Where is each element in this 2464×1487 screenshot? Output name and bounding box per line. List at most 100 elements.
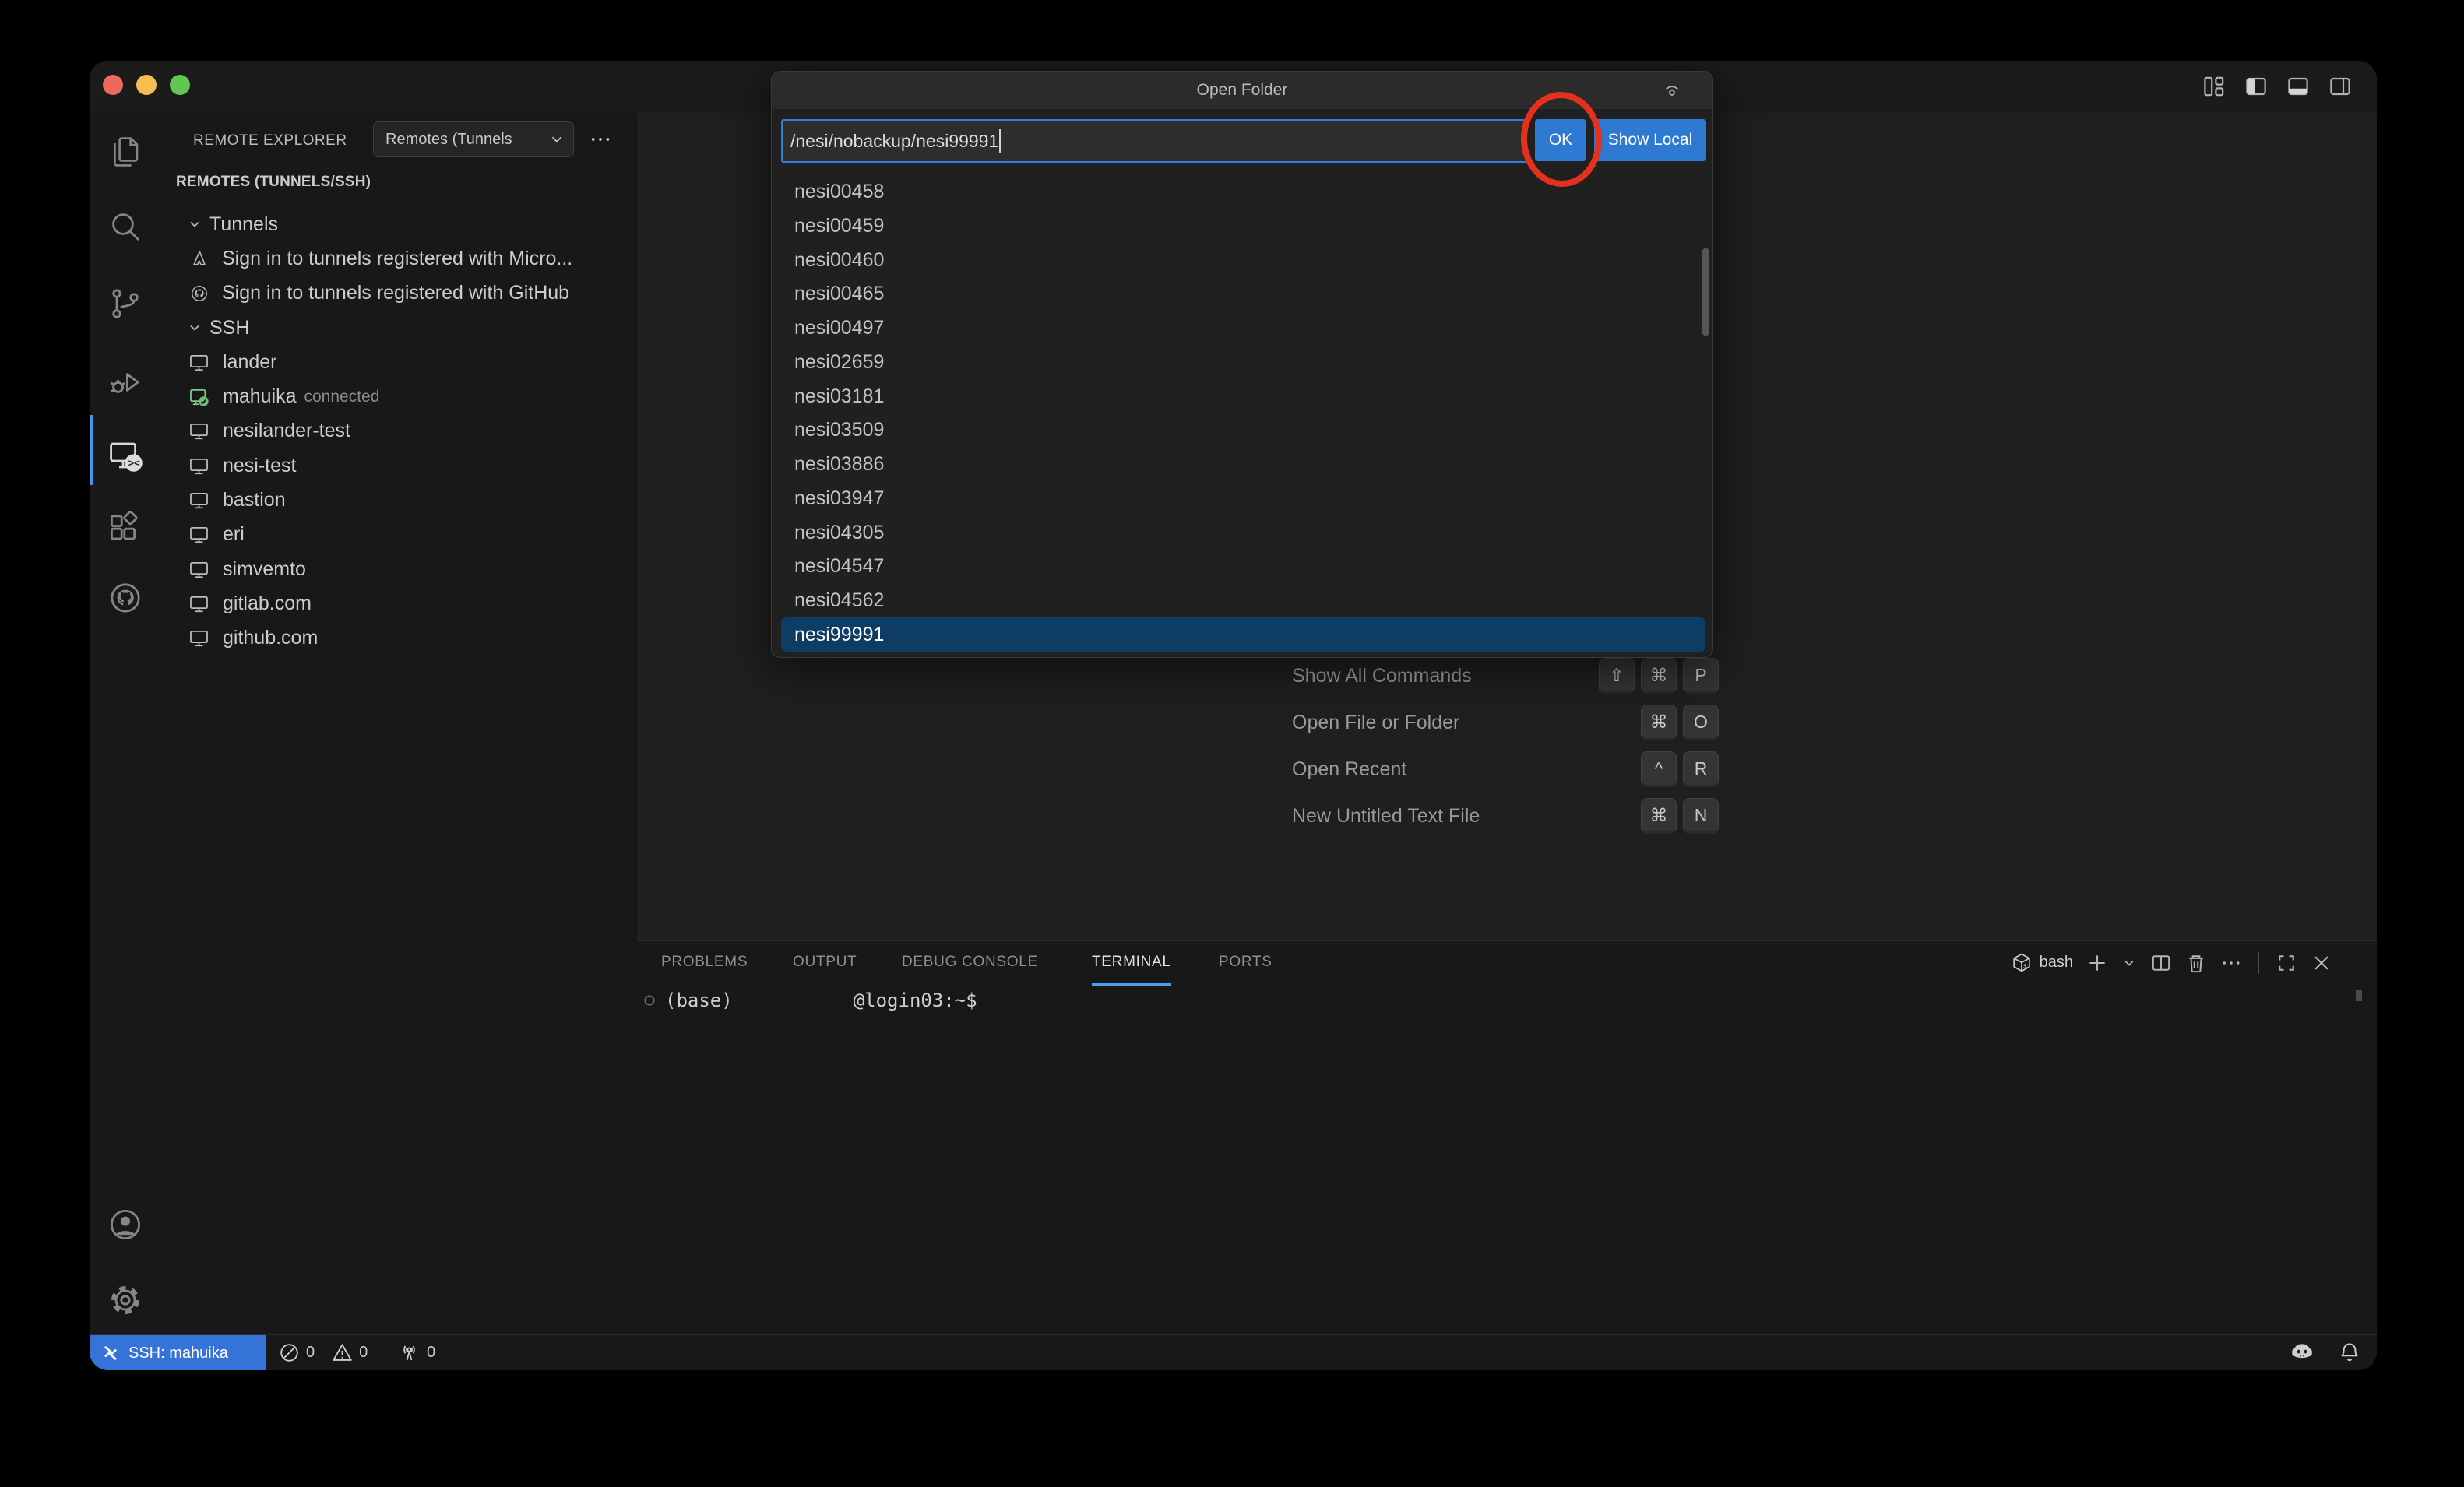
tree-item-host[interactable]: github.com bbox=[161, 621, 637, 656]
command-indicator-icon bbox=[642, 993, 656, 1007]
minimize-window-button[interactable] bbox=[136, 75, 157, 95]
watermark-row: Open File or Folder ⌘ O bbox=[1292, 705, 1719, 740]
zoom-window-button[interactable] bbox=[170, 75, 190, 95]
ports-status[interactable]: 0 bbox=[399, 1335, 435, 1370]
close-panel-icon[interactable] bbox=[2311, 952, 2332, 974]
vscode-window: >< bbox=[90, 61, 2377, 1370]
split-terminal-icon[interactable] bbox=[2150, 952, 2172, 974]
tree-item-host[interactable]: simvemto bbox=[161, 552, 637, 586]
folder-option[interactable]: nesi00459 bbox=[781, 209, 1705, 243]
folder-path-value: /nesi/nobackup/nesi99991 bbox=[790, 131, 998, 152]
problems-status[interactable]: 0 0 bbox=[279, 1335, 368, 1370]
settings-gear-icon[interactable] bbox=[107, 1281, 144, 1319]
tree-item-signin-microsoft[interactable]: Sign in to tunnels registered with Micro… bbox=[161, 241, 637, 276]
tree-item-host[interactable]: eri bbox=[161, 518, 637, 552]
terminal-shell-selector[interactable]: $ bash bbox=[2011, 952, 2073, 974]
text-caret bbox=[999, 129, 1001, 153]
terminal-prompt-line[interactable]: (base) @login03:~$ bbox=[642, 990, 977, 1011]
folder-option[interactable]: nesi04562 bbox=[781, 583, 1705, 617]
tab-ports[interactable]: PORTS bbox=[1219, 941, 1272, 983]
tab-problems[interactable]: PROBLEMS bbox=[661, 941, 748, 983]
key-ctrl: ^ bbox=[1641, 751, 1677, 787]
folder-option-selected[interactable]: nesi99991 bbox=[781, 617, 1705, 652]
github-view-icon[interactable] bbox=[107, 579, 144, 617]
folder-option[interactable]: nesi02659 bbox=[781, 345, 1705, 379]
watermark-row: Show All Commands ⇧ ⌘ P bbox=[1292, 658, 1719, 694]
vm-icon bbox=[188, 455, 209, 476]
divider bbox=[2258, 952, 2259, 974]
terminal-scrollbar-thumb[interactable] bbox=[2356, 990, 2362, 1001]
remote-tree: Tunnels Sign in to tunnels registered wi… bbox=[161, 207, 637, 656]
run-debug-icon[interactable] bbox=[107, 364, 144, 401]
folder-option[interactable]: nesi00460 bbox=[781, 243, 1705, 277]
key-cmd: ⌘ bbox=[1641, 798, 1677, 834]
remote-indicator[interactable]: SSH: mahuika bbox=[90, 1335, 266, 1370]
vm-icon bbox=[188, 559, 209, 580]
folder-option[interactable]: nesi00465 bbox=[781, 276, 1705, 311]
remote-scope-value: Remotes (Tunnels bbox=[385, 131, 548, 149]
tab-debug-console[interactable]: DEBUG CONSOLE bbox=[902, 941, 1038, 983]
toggle-panel-icon[interactable] bbox=[2286, 74, 2311, 99]
bash-icon: $ bbox=[2011, 952, 2033, 974]
section-header[interactable]: REMOTES (TUNNELS/SSH) bbox=[176, 174, 371, 191]
tree-item-signin-github[interactable]: Sign in to tunnels registered with GitHu… bbox=[161, 276, 637, 311]
screencast-icon[interactable] bbox=[1661, 79, 1683, 101]
folder-option[interactable]: nesi03181 bbox=[781, 379, 1705, 413]
vm-icon bbox=[188, 420, 209, 441]
vm-connected-icon bbox=[188, 386, 209, 407]
tree-group-tunnels[interactable]: Tunnels bbox=[161, 207, 637, 241]
more-actions-icon[interactable] bbox=[584, 123, 617, 156]
maximize-panel-icon[interactable] bbox=[2276, 952, 2297, 974]
folder-option[interactable]: nesi03886 bbox=[781, 447, 1705, 481]
dialog-scrollbar-thumb[interactable] bbox=[1702, 248, 1709, 336]
svg-text:><: >< bbox=[128, 457, 140, 469]
folder-option[interactable]: nesi00497 bbox=[781, 311, 1705, 345]
folder-option[interactable]: nesi04547 bbox=[781, 549, 1705, 583]
source-control-icon[interactable] bbox=[107, 285, 144, 322]
launch-profile-chevron-icon[interactable] bbox=[2121, 955, 2137, 971]
key-cmd: ⌘ bbox=[1641, 658, 1677, 694]
folder-option[interactable]: nesi03947 bbox=[781, 481, 1705, 515]
chevron-down-icon bbox=[187, 320, 202, 336]
folder-path-input[interactable]: /nesi/nobackup/nesi99991 bbox=[781, 119, 1527, 163]
remote-explorer-icon[interactable]: >< bbox=[107, 437, 144, 474]
new-terminal-icon[interactable] bbox=[2086, 952, 2108, 974]
customize-layout-icon[interactable] bbox=[2202, 74, 2226, 99]
extensions-icon[interactable] bbox=[107, 509, 144, 547]
conda-env: (base) bbox=[665, 990, 733, 1011]
toggle-primary-sidebar-icon[interactable] bbox=[2244, 74, 2269, 99]
folder-option[interactable]: nesi04305 bbox=[781, 515, 1705, 550]
azure-icon bbox=[190, 249, 209, 268]
tab-output[interactable]: OUTPUT bbox=[793, 941, 857, 983]
warning-count: 0 bbox=[359, 1344, 368, 1362]
tree-item-host[interactable]: bastion bbox=[161, 483, 637, 517]
remote-icon bbox=[100, 1342, 121, 1364]
notifications-bell-icon[interactable] bbox=[2336, 1340, 2363, 1366]
accounts-icon[interactable] bbox=[107, 1206, 144, 1243]
vm-icon bbox=[188, 627, 209, 649]
remote-scope-select[interactable]: Remotes (Tunnels bbox=[373, 121, 574, 157]
toggle-secondary-sidebar-icon[interactable] bbox=[2328, 74, 2353, 99]
tree-item-host-connected[interactable]: mahuika connected bbox=[161, 379, 637, 413]
radio-tower-icon bbox=[399, 1342, 420, 1363]
status-bar: SSH: mahuika 0 0 0 bbox=[90, 1334, 2377, 1370]
key-letter: N bbox=[1683, 798, 1719, 834]
active-view-indicator bbox=[90, 415, 93, 485]
tree-group-ssh[interactable]: SSH bbox=[161, 311, 637, 345]
explorer-icon[interactable] bbox=[107, 134, 144, 171]
watermark-row: Open Recent ^ R bbox=[1292, 751, 1719, 787]
tree-item-host[interactable]: nesi-test bbox=[161, 448, 637, 483]
ports-count: 0 bbox=[427, 1344, 435, 1362]
copilot-icon[interactable] bbox=[2288, 1339, 2316, 1367]
folder-option[interactable]: nesi03509 bbox=[781, 413, 1705, 447]
search-icon[interactable] bbox=[107, 208, 144, 245]
vm-icon bbox=[188, 352, 209, 373]
tab-terminal[interactable]: TERMINAL bbox=[1092, 941, 1171, 986]
tree-item-host[interactable]: gitlab.com bbox=[161, 586, 637, 620]
tree-item-host[interactable]: lander bbox=[161, 345, 637, 379]
kill-terminal-trash-icon[interactable] bbox=[2185, 952, 2207, 974]
terminal-more-actions-icon[interactable] bbox=[2220, 952, 2242, 974]
close-window-button[interactable] bbox=[103, 75, 123, 95]
traffic-lights bbox=[103, 75, 190, 95]
tree-item-host[interactable]: nesilander-test bbox=[161, 414, 637, 448]
